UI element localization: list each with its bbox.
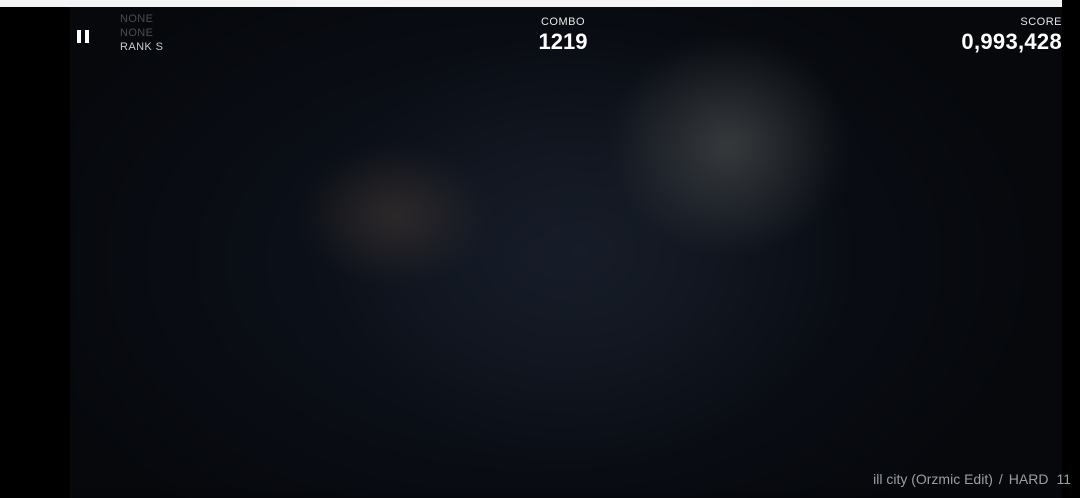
judgement-line-1: NONE bbox=[120, 13, 154, 25]
game-screen: NONE NONE RANK S COMBO 1219 SCORE 0,993,… bbox=[0, 0, 1080, 498]
song-progress-fill bbox=[0, 0, 1062, 7]
right-letterbox bbox=[1062, 0, 1080, 498]
background-art bbox=[64, 0, 1064, 498]
judgement-line-2: NONE bbox=[120, 27, 154, 39]
score-label: SCORE bbox=[1020, 16, 1062, 28]
pause-button[interactable] bbox=[72, 26, 94, 48]
pause-icon-left-bar bbox=[77, 30, 81, 43]
song-level: 11 bbox=[1056, 471, 1071, 487]
pause-icon-right-bar bbox=[85, 30, 89, 43]
song-progress-bar bbox=[0, 0, 1080, 7]
combo-display: COMBO 1219 bbox=[513, 15, 613, 55]
song-separator: / bbox=[998, 471, 1003, 487]
rank-label: RANK S bbox=[120, 41, 164, 53]
score-display: SCORE 0,993,428 bbox=[961, 15, 1062, 55]
score-value: 0,993,428 bbox=[961, 29, 1062, 54]
song-difficulty: HARD bbox=[1008, 471, 1049, 487]
combo-label: COMBO bbox=[540, 16, 586, 28]
left-letterbox bbox=[0, 0, 70, 498]
song-title: ill city (Orzmic Edit) bbox=[873, 471, 993, 487]
song-info: ill city (Orzmic Edit) / HARD 11 bbox=[873, 471, 1071, 487]
combo-value: 1219 bbox=[538, 29, 588, 54]
judgement-panel: NONE NONE RANK S bbox=[120, 12, 163, 54]
